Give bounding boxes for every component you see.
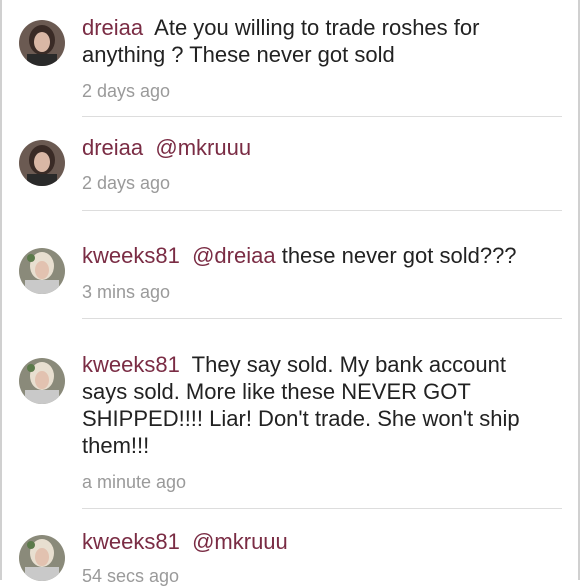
comment-timestamp: 3 mins ago — [82, 282, 171, 302]
comment-text: these never got sold??? — [281, 243, 517, 268]
comment-username[interactable]: kweeks81 — [82, 529, 180, 554]
user-avatar-dreiaa[interactable] — [19, 20, 65, 66]
comment-timestamp: 54 secs ago — [82, 566, 180, 586]
user-avatar-kweeks81[interactable] — [19, 358, 65, 404]
comment-divider — [82, 318, 562, 319]
comment-text-block: dreiaa Ate you willing to trade roshes f… — [82, 14, 552, 68]
comment-timestamp: 2 days ago — [82, 173, 171, 193]
user-avatar-kweeks81[interactable] — [19, 535, 65, 581]
comment-mention[interactable]: @mkruuu — [192, 529, 288, 554]
comment-username[interactable]: dreiaa — [82, 135, 143, 160]
comment-mention[interactable]: @mkruuu — [155, 135, 251, 160]
user-avatar-dreiaa[interactable] — [19, 140, 65, 186]
comment-divider — [82, 508, 562, 509]
comment-timestamp: a minute ago — [82, 472, 187, 492]
comment-text-block: kweeks81 They say sold. My bank account … — [82, 351, 552, 459]
user-avatar-kweeks81[interactable] — [19, 248, 65, 294]
comment-text-block: dreiaa @mkruuu — [82, 134, 552, 161]
comment-mention[interactable]: @dreiaa — [192, 243, 276, 268]
comment-username[interactable]: dreiaa — [82, 15, 143, 40]
comment-text-block: kweeks81 @dreiaa these never got sold??? — [82, 242, 552, 269]
comment-divider — [82, 116, 562, 117]
comment-username[interactable]: kweeks81 — [82, 243, 180, 268]
comment-divider — [82, 210, 562, 211]
comment-text-block: kweeks81 @mkruuu — [82, 528, 552, 555]
comment-username[interactable]: kweeks81 — [82, 352, 180, 377]
comment-timestamp: 2 days ago — [82, 81, 171, 101]
